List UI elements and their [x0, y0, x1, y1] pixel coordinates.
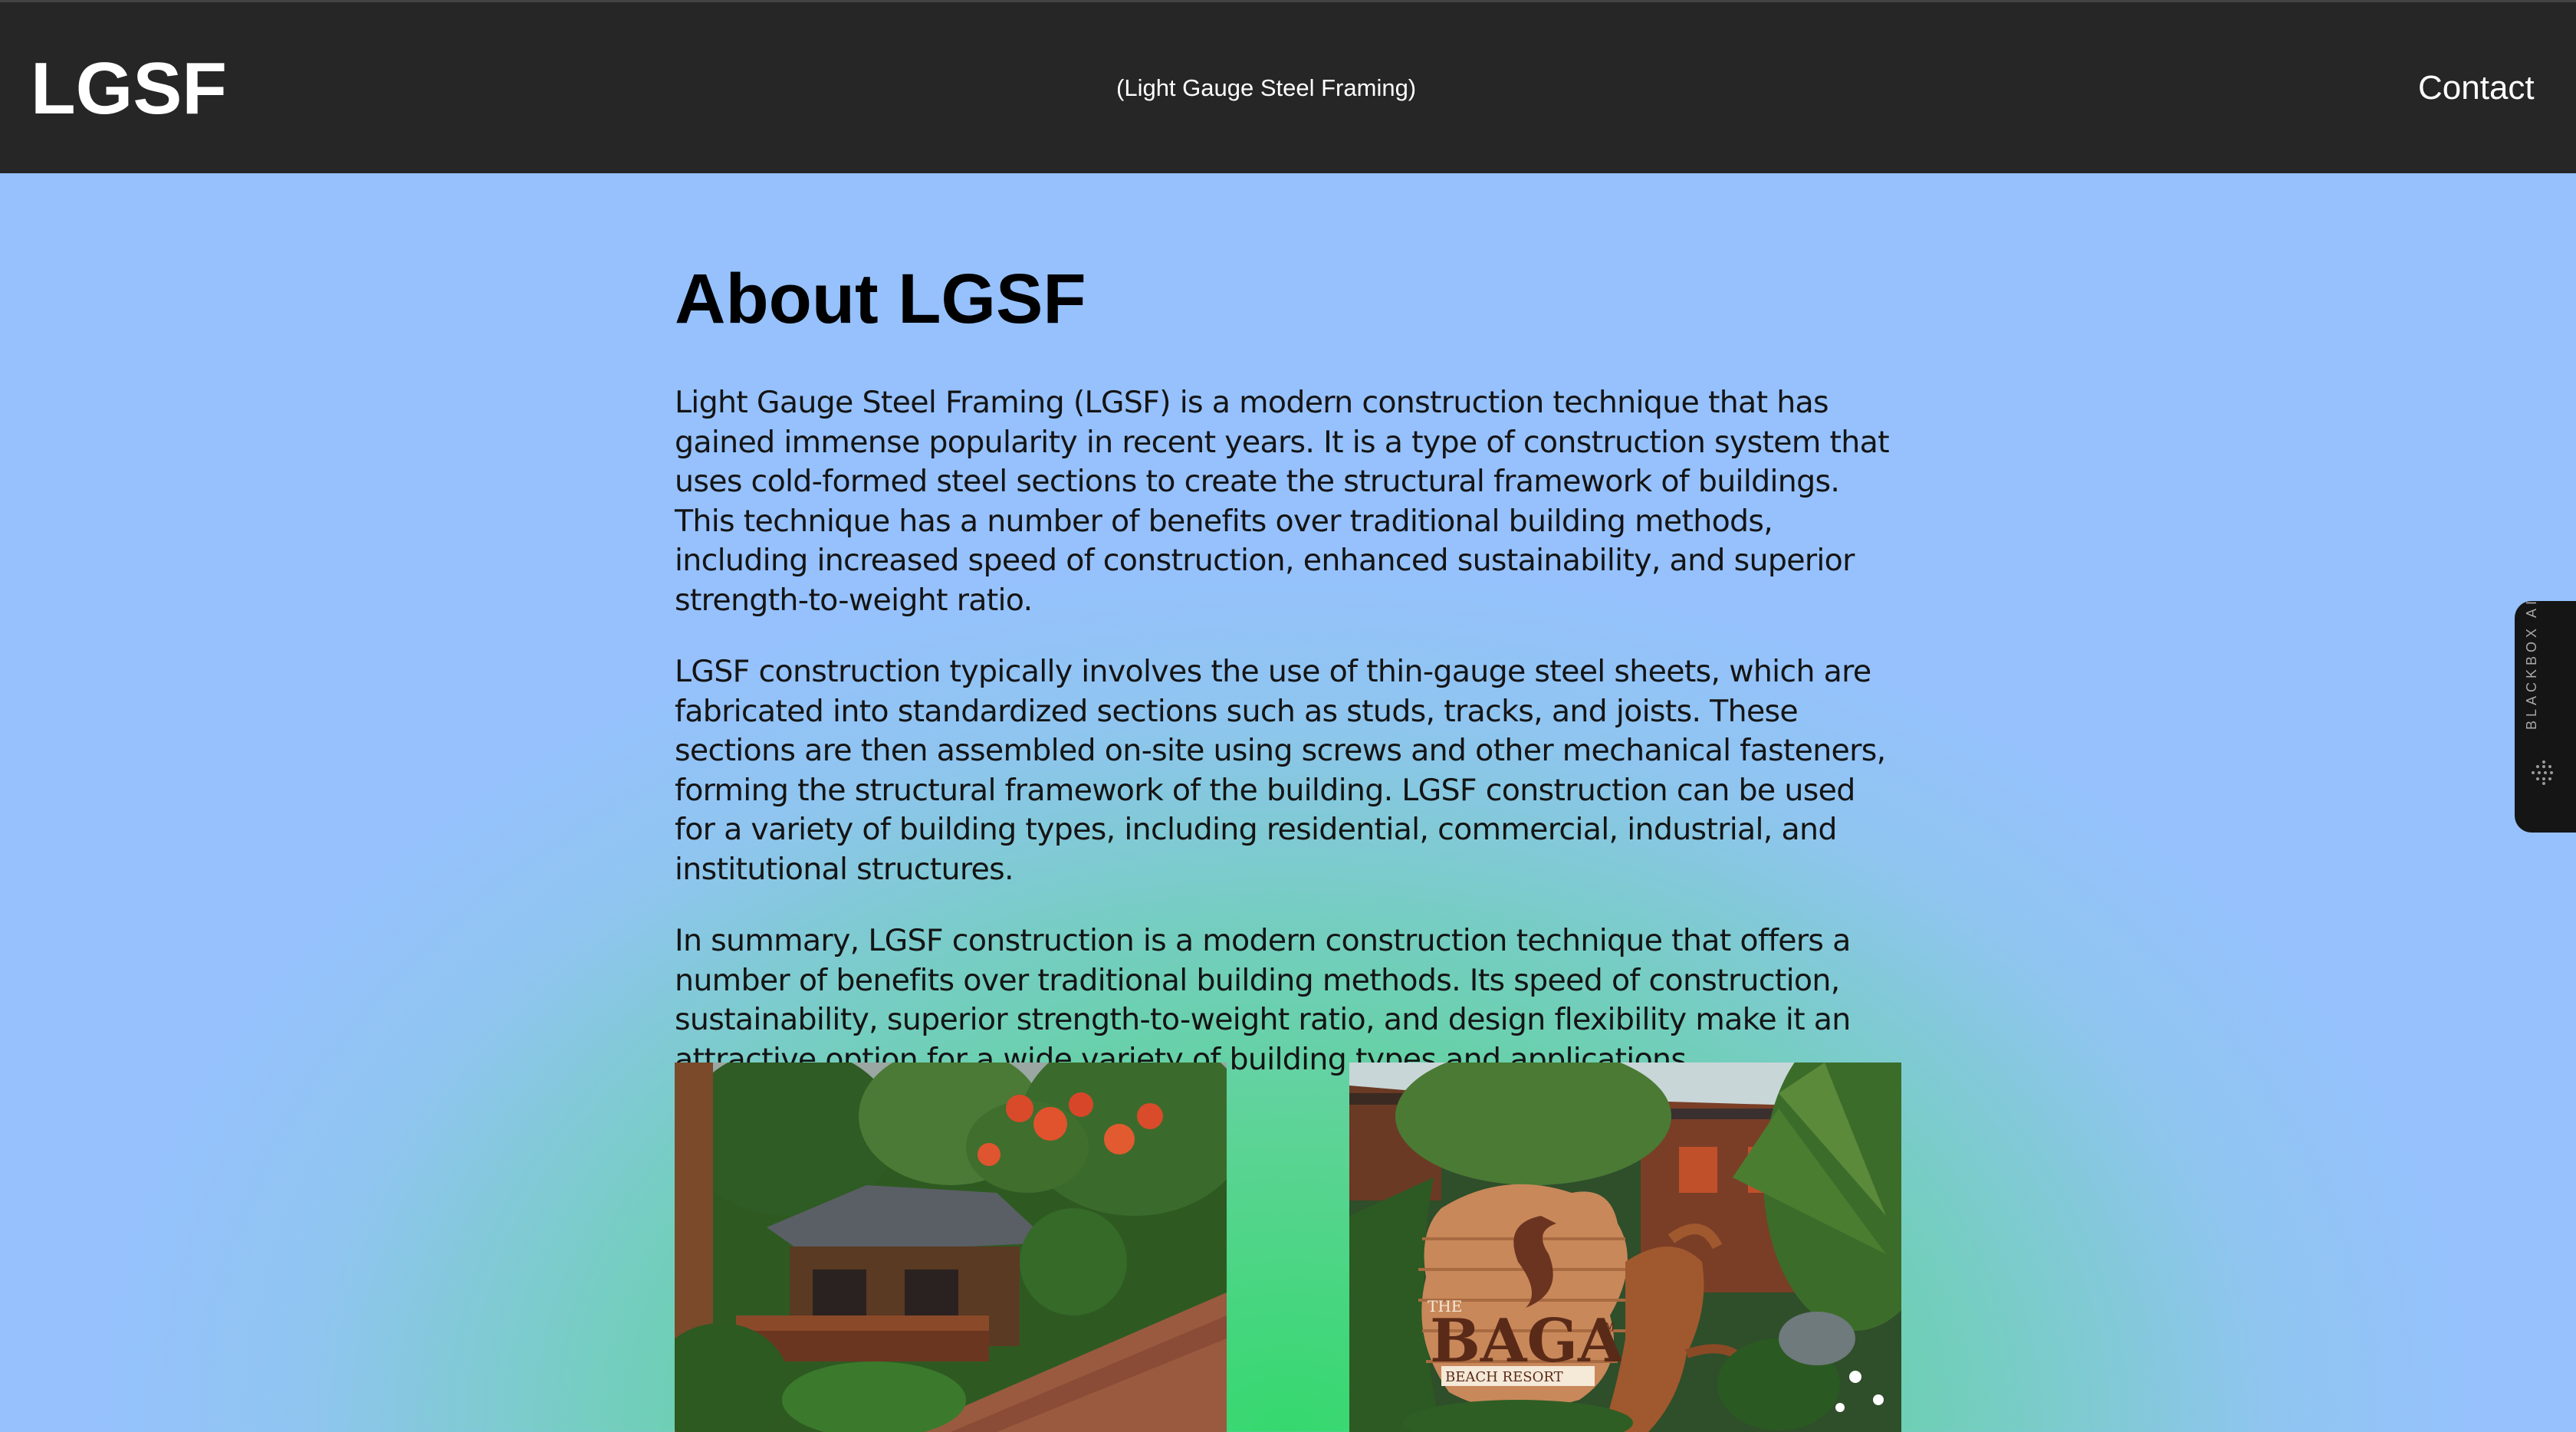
- process-paragraph: LGSF construction typically involves the…: [675, 654, 1886, 887]
- site-tagline: (Light Gauge Steel Framing): [1116, 74, 1417, 101]
- summary-paragraph: In summary, LGSF construction is a moder…: [675, 923, 1851, 1077]
- dots-grid-icon: [2532, 760, 2553, 785]
- resort-sign-photo: THE BAGA TM BEACH RESORT: [1349, 1063, 1901, 1432]
- cottage-photo: [675, 1063, 1227, 1432]
- sign-tm-text: TM: [1598, 1322, 1615, 1334]
- sign-name-text: BAGA: [1430, 1306, 1625, 1376]
- page-title: About LGSF: [675, 260, 1086, 338]
- site-logo[interactable]: LGSF: [31, 47, 227, 131]
- site-header: LGSF (Light Gauge Steel Framing) Contact: [0, 0, 2576, 173]
- main-content: About LGSF Light Gauge Steel Framing (LG…: [675, 253, 1901, 1112]
- nav-contact-link[interactable]: Contact: [2418, 67, 2535, 110]
- intro-paragraph: Light Gauge Steel Framing (LGSF) is a mo…: [675, 385, 1890, 618]
- side-tab-label: BLACKBOX AI: [2524, 596, 2539, 730]
- blackbox-ai-side-tab[interactable]: BLACKBOX AI: [2515, 597, 2576, 833]
- sign-sub-text: BEACH RESORT: [1445, 1369, 1563, 1385]
